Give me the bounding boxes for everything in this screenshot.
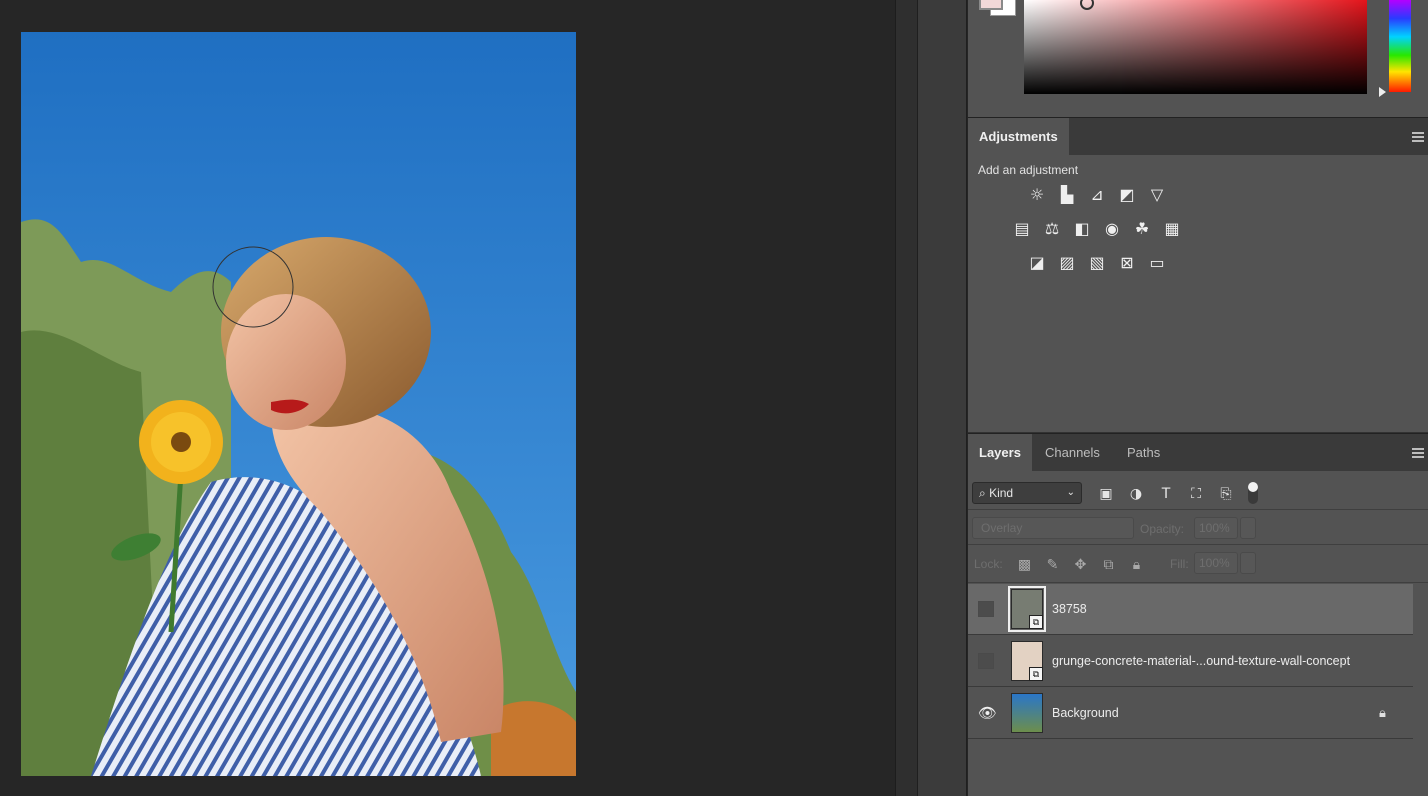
layer-name[interactable]: Background [1052, 706, 1119, 720]
blend-mode-select[interactable]: Overlay [972, 517, 1134, 539]
layer-thumbnail[interactable]: ⧉ [1008, 586, 1046, 632]
lock-artboard-icon[interactable]: ⧉ [1099, 555, 1118, 574]
color-lookup-icon[interactable]: ▦ [1161, 217, 1183, 239]
smart-object-icon: ⧉ [1029, 667, 1043, 681]
adjustments-menu-icon[interactable] [1412, 132, 1424, 142]
fill-dropdown-icon[interactable] [1240, 552, 1256, 574]
opacity-field[interactable]: 100% [1194, 517, 1238, 539]
kind-filter-label: Kind [989, 486, 1014, 500]
adjustments-row-3: ◪ ▨ ▧ ⊠ ▭ [1026, 251, 1168, 273]
layer-kind-filter[interactable]: ⌕ Kind ⌄ [972, 482, 1082, 504]
smart-object-icon: ⧉ [1029, 615, 1043, 629]
adjustments-panel: Add an adjustment ☼ ▙ ⊿ ◩ ▽ ▤ ⚖ ◧ ◉ ☘ ▦ … [968, 155, 1428, 432]
document-canvas-area[interactable] [0, 0, 895, 796]
layer-filter-row: ⌕ Kind ⌄ ▣ ◑ T ⛶ ⎘ [968, 471, 1428, 510]
lock-options-row: Lock: ▩ ✎ ✥ ⧉ 🔒︎ Fill: 100% [968, 546, 1428, 583]
smart-object-filter-icon[interactable]: ⎘ [1216, 484, 1236, 504]
lock-transparency-icon[interactable]: ▩ [1015, 555, 1034, 574]
fill-label: Fill: [1170, 557, 1189, 571]
hue-slider-handle[interactable] [1379, 87, 1386, 97]
visibility-toggle[interactable] [978, 601, 994, 617]
lock-pixels-icon[interactable]: ✎ [1043, 555, 1062, 574]
adjustments-panel-header: Adjustments [968, 117, 1428, 156]
exposure-icon[interactable]: ◩ [1116, 183, 1138, 205]
hue-slider[interactable] [1389, 0, 1411, 92]
filter-toggle-switch[interactable] [1248, 482, 1258, 504]
photo-filter-icon[interactable]: ◉ [1101, 217, 1123, 239]
layer-name[interactable]: 38758 [1052, 602, 1087, 616]
portrait-photo [21, 32, 576, 776]
document-image[interactable] [21, 32, 576, 776]
chevron-down-icon: ⌄ [1066, 487, 1075, 498]
saturation-brightness-field[interactable] [1024, 0, 1367, 94]
layer-name[interactable]: grunge-concrete-material-...ound-texture… [1052, 654, 1350, 668]
levels-icon[interactable]: ▙ [1056, 183, 1078, 205]
color-picker-panel [968, 0, 1428, 117]
layers-panel-header: Layers Channels Paths [968, 433, 1428, 472]
tab-channels[interactable]: Channels [1034, 434, 1111, 472]
black-white-icon[interactable]: ◧ [1071, 217, 1093, 239]
right-panels: Adjustments Add an adjustment ☼ ▙ ⊿ ◩ ▽ … [968, 0, 1428, 796]
blend-options-row: Overlay Opacity: 100% [968, 511, 1428, 545]
search-icon: ⌕ [979, 486, 986, 500]
layer-row[interactable]: ⧉ grunge-concrete-material-...ound-textu… [968, 636, 1413, 687]
lock-icon[interactable]: 🔒︎ [1379, 705, 1393, 720]
layer-thumbnail[interactable] [1011, 693, 1043, 733]
opacity-label: Opacity: [1140, 522, 1185, 536]
layer-row[interactable]: 👁︎ Background 🔒︎ [968, 688, 1413, 739]
filter-type-icons: ▣ ◑ T ⛶ ⎘ [1096, 484, 1236, 504]
lock-label: Lock: [974, 557, 1003, 571]
foreground-color-swatch[interactable] [979, 0, 1003, 10]
lock-icons: ▩ ✎ ✥ ⧉ 🔒︎ [1015, 555, 1146, 574]
adjustments-row-1: ☼ ▙ ⊿ ◩ ▽ [1026, 183, 1168, 205]
image-filter-icon[interactable]: ▣ [1096, 484, 1116, 504]
opacity-dropdown-icon[interactable] [1240, 517, 1256, 539]
hue-saturation-icon[interactable]: ▤ [1011, 217, 1033, 239]
channel-mixer-icon[interactable]: ☘ [1131, 217, 1153, 239]
posterize-icon[interactable]: ▨ [1056, 251, 1078, 273]
brightness-contrast-icon[interactable]: ☼ [1026, 183, 1048, 205]
visibility-toggle[interactable] [978, 653, 994, 669]
lock-all-icon[interactable]: 🔒︎ [1127, 555, 1146, 574]
gradient-map-icon[interactable]: ▭ [1146, 251, 1168, 273]
lock-position-icon[interactable]: ✥ [1071, 555, 1090, 574]
curves-icon[interactable]: ⊿ [1086, 183, 1108, 205]
fill-field[interactable]: 100% [1194, 552, 1238, 574]
layers-menu-icon[interactable] [1412, 448, 1424, 458]
adjustments-caption: Add an adjustment [978, 163, 1079, 177]
color-balance-icon[interactable]: ⚖ [1041, 217, 1063, 239]
invert-icon[interactable]: ◪ [1026, 251, 1048, 273]
vertical-scrollbar[interactable] [895, 0, 917, 796]
eye-icon[interactable]: 👁︎ [978, 705, 997, 721]
vibrance-icon[interactable]: ▽ [1146, 183, 1168, 205]
tab-layers[interactable]: Layers [968, 434, 1032, 472]
type-filter-icon[interactable]: T [1156, 484, 1176, 504]
tab-paths[interactable]: Paths [1116, 434, 1171, 472]
threshold-icon[interactable]: ▧ [1086, 251, 1108, 273]
layer-row[interactable]: ⧉ 38758 [968, 584, 1413, 635]
layer-thumbnail[interactable]: ⧉ [1011, 641, 1043, 681]
layers-panel: ⌕ Kind ⌄ ▣ ◑ T ⛶ ⎘ Overlay Opacity: 100%… [968, 471, 1428, 796]
selective-color-icon[interactable]: ⊠ [1116, 251, 1138, 273]
adjustment-filter-icon[interactable]: ◑ [1126, 484, 1146, 504]
tab-adjustments[interactable]: Adjustments [968, 118, 1069, 156]
shape-filter-icon[interactable]: ⛶ [1186, 484, 1206, 504]
collapsed-panel-iconbar [917, 0, 967, 796]
adjustments-row-2: ▤ ⚖ ◧ ◉ ☘ ▦ [1011, 217, 1183, 239]
